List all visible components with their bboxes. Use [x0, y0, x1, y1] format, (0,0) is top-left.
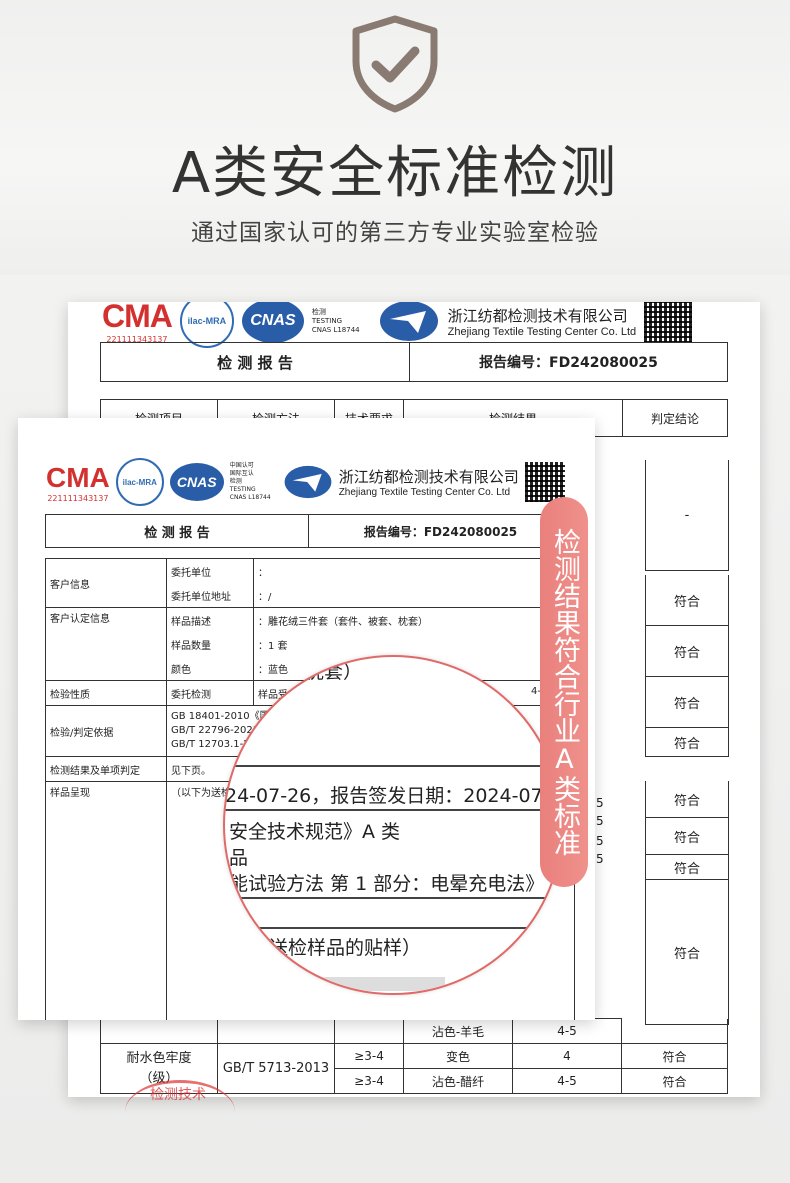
section-label: 样品呈现: [45, 781, 167, 1020]
test-type-cell: 沾色-醋纤: [403, 1068, 513, 1094]
cma-logo: CMA 221111343137: [102, 302, 173, 344]
col-header-conclusion: 判定结论: [622, 399, 728, 437]
partial-value: 5: [596, 814, 604, 828]
qr-code: [644, 302, 693, 343]
field-label: 样品描述: [166, 607, 254, 632]
report-title: 检 测 报 告: [45, 514, 309, 548]
company-logo-icon: [284, 465, 332, 499]
magnified-text: 品: [229, 847, 249, 869]
conclusion-cell: 符合: [645, 855, 729, 880]
magnified-rule: [225, 897, 561, 899]
magnified-rule: [225, 765, 561, 767]
ilac-mra-logo: ilac-MRA: [115, 458, 164, 506]
field-label: 委托单位地址: [166, 583, 254, 608]
magnified-text: 枕套）: [305, 661, 363, 683]
field-label: 委托检测: [166, 680, 254, 706]
partial-value: 5: [596, 796, 604, 810]
conclusion-cell: 符合: [645, 880, 729, 1025]
report-number: 报告编号：FD242080025: [308, 514, 573, 548]
side-tab-text: 检测结果符合行业A类标准: [549, 528, 580, 856]
value-cell: 4: [512, 1043, 622, 1069]
magnified-text: 24-07-26，报告签发日期：2024-07-29: [225, 785, 563, 807]
front-logo-row: CMA 221111343137 ilac-MRA CNAS 中国认可 国际互认…: [46, 458, 565, 506]
result-cell: 符合: [621, 1043, 728, 1069]
magnified-text: 安全技术规范》A 类: [229, 821, 401, 843]
result-cell: 符合: [621, 1068, 728, 1094]
conclusion-cell: 符合: [645, 781, 729, 818]
sample-swatch: [285, 977, 445, 991]
partial-value: 5: [596, 834, 604, 848]
page-title: A类安全标准检测: [171, 141, 619, 206]
magnified-text: 送检样品的贴样）: [269, 937, 422, 959]
cnas-logo: CNAS: [241, 302, 304, 343]
stamp-text: 检测技术: [150, 1087, 206, 1103]
staining-wool-label: 沾色-羊毛: [403, 1018, 513, 1044]
conclusion-cell: 符合: [645, 818, 729, 855]
page-subtitle: 通过国家认可的第三方专业实验室检验: [191, 220, 599, 246]
magnified-text: 能试验方法 第 1 部分：电晕充电法》: [229, 873, 545, 895]
field-value: ：1 套: [253, 632, 575, 656]
test-type-cell: 变色: [403, 1043, 513, 1069]
magnified-rule: [225, 809, 561, 811]
field-label: 委托单位: [166, 558, 254, 583]
cnas-logo: CNAS: [169, 463, 224, 501]
result-side-tab: 检测结果符合行业A类标准: [540, 497, 588, 887]
report-title: 检 测 报 告: [100, 342, 410, 382]
field-label: 样品数量: [166, 632, 254, 656]
field-value: ：雕花绒三件套（套件、被套、枕套）: [253, 607, 575, 632]
section-label: 检验/判定依据: [45, 705, 167, 757]
section-label: 客户认定信息: [45, 607, 167, 681]
company-name: 浙江纺都检测技术有限公司 Zhejiang Textile Testing Ce…: [447, 306, 637, 338]
conclusion-cell: 符合: [645, 575, 729, 626]
conclusion-cell: 符合: [645, 728, 729, 757]
company-name: 浙江纺都检测技术有限公司 Zhejiang Textile Testing Ce…: [338, 468, 519, 498]
report-number: 报告编号：FD242080025: [409, 342, 728, 382]
requirement-cell: ≥3-4: [334, 1043, 404, 1069]
magnified-rule: [225, 927, 561, 929]
back-report-header-table: 检 测 报 告 报告编号：FD242080025: [100, 342, 728, 382]
water-fastness-method: GB/T 5713-2013: [217, 1043, 335, 1094]
front-report-header-table: 检 测 报 告 报告编号：FD242080025: [45, 514, 573, 548]
field-value: ：/: [253, 583, 575, 608]
section-label: 检验性质: [45, 680, 167, 706]
field-label: 颜色: [166, 656, 254, 681]
staining-wool-value: 4-5: [512, 1018, 622, 1044]
shield-check-icon: [352, 15, 438, 113]
cnas-caption: 中国认可 国际互认 检测 TESTING CNAS L18744: [229, 462, 271, 501]
conclusion-cell: 符合: [645, 677, 729, 728]
field-value: ：: [253, 558, 575, 583]
conclusion-cell: 符合: [645, 626, 729, 677]
requirement-cell: ≥3-4: [334, 1068, 404, 1094]
conclusion-cell: -: [645, 460, 729, 571]
partial-value: 5: [596, 852, 604, 866]
cma-logo: CMA 221111343137: [46, 461, 110, 503]
section-label: 客户信息: [45, 558, 167, 608]
conclusion-column: - 符合 符合 符合 符合 符合 符合 符合 符合: [645, 460, 729, 1025]
cnas-caption: 检测 TESTING CNAS L18744: [311, 307, 360, 334]
company-logo-icon: [379, 302, 438, 341]
qr-code: [524, 462, 565, 502]
section-label: 检测结果及单项判定: [45, 756, 167, 782]
magnifier-callout: 枕套） 24-07-26，报告签发日期：2024-07-29 安全技术规范》A …: [223, 655, 563, 995]
value-cell: 4-5: [512, 1068, 622, 1094]
